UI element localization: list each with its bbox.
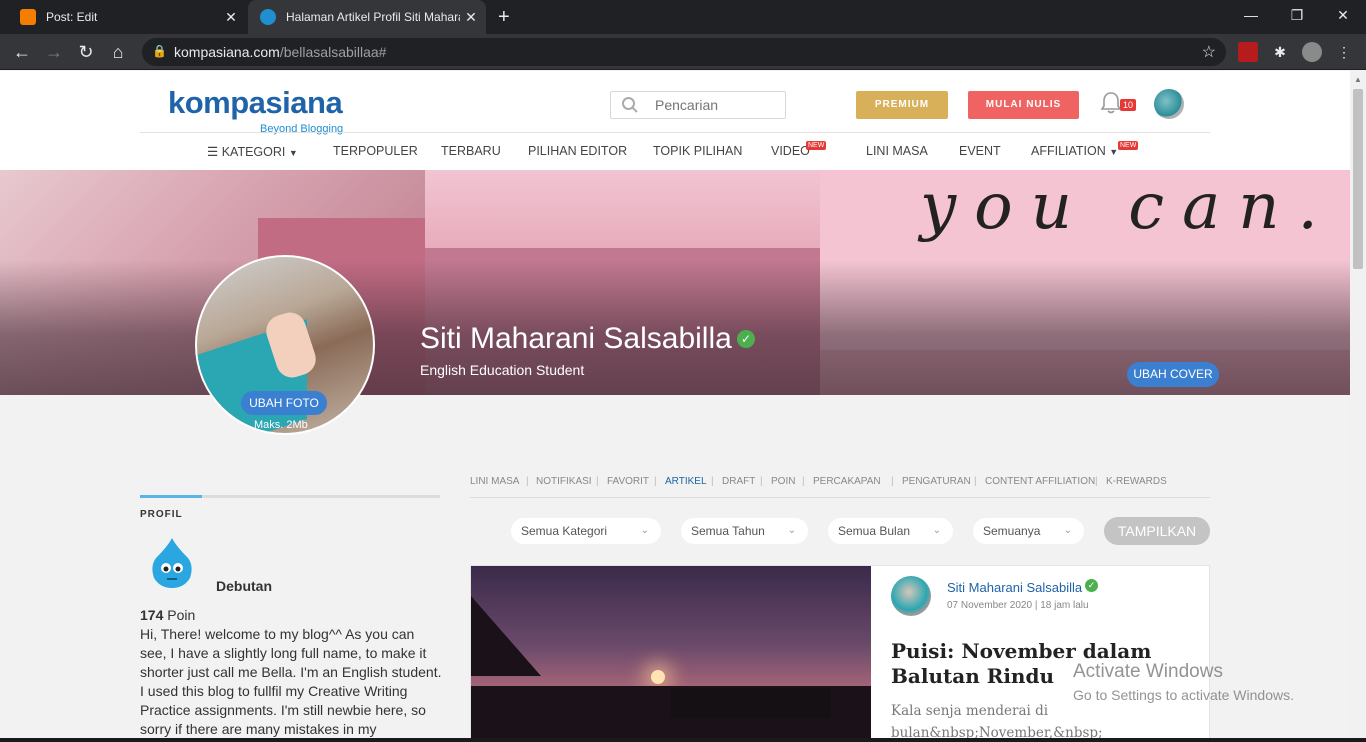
- profile-subnav: LINI MASA | NOTIFIKASI | FAVORIT | ARTIK…: [470, 474, 1210, 498]
- verified-check-icon: ✓: [1085, 579, 1098, 592]
- windows-activation-watermark: Activate Windows Go to Settings to activ…: [1073, 661, 1294, 703]
- subnav-pengaturan[interactable]: PENGATURAN: [902, 476, 971, 487]
- browser-tab-post-edit[interactable]: Post: Edit ✕: [8, 0, 246, 34]
- menu-lini-masa[interactable]: LINI MASA: [866, 144, 928, 158]
- kompasiana-icon: [260, 9, 276, 25]
- new-badge: NEW: [806, 141, 827, 150]
- subnav-favorit[interactable]: FAVORIT: [607, 476, 649, 487]
- search-box[interactable]: [610, 91, 786, 119]
- main-menu: ☰ KATEGORI ▼ TERPOPULER TERBARU PILIHAN …: [0, 133, 1350, 170]
- reload-icon[interactable]: ↻: [74, 40, 98, 64]
- menu-topik-pilihan[interactable]: TOPIK PILIHAN: [653, 144, 742, 158]
- menu-event[interactable]: EVENT: [959, 144, 1001, 158]
- subnav-notifikasi[interactable]: NOTIFIKASI: [536, 476, 592, 487]
- subnav-lini-masa[interactable]: LINI MASA: [470, 476, 519, 487]
- profile-avatar-icon[interactable]: [1302, 42, 1322, 62]
- site-header: kompasiana Beyond Blogging PREMIUM MULAI…: [0, 71, 1350, 170]
- address-bar[interactable]: 🔒 kompasiana.com/bellasalsabillaa# ☆: [142, 38, 1226, 66]
- bookmark-star-icon[interactable]: ☆: [1202, 42, 1216, 62]
- author-avatar[interactable]: [891, 576, 931, 616]
- bell-icon[interactable]: [1100, 91, 1122, 115]
- photo-size-limit: Maks. 2Mb: [254, 419, 308, 431]
- caret-down-icon: ▼: [288, 148, 298, 158]
- subnav-artikel[interactable]: ARTIKEL: [665, 476, 707, 487]
- article-date: 07 November 2020 | 18 jam lalu: [947, 600, 1089, 611]
- rank-label: Debutan: [216, 578, 272, 594]
- chevron-down-icon: ⌄: [787, 525, 796, 536]
- article-card[interactable]: Siti Maharani Salsabilla ✓ 07 November 2…: [470, 565, 1210, 742]
- menu-terpopuler[interactable]: TERPOPULER: [333, 144, 418, 158]
- filter-jenis-select[interactable]: Semuanya ⌄: [973, 518, 1084, 544]
- lock-icon: 🔒: [152, 44, 167, 58]
- profile-about: Hi, There! welcome to my blog^^ As you c…: [140, 626, 442, 737]
- new-tab-icon[interactable]: +: [498, 6, 510, 29]
- browser-tab-profile[interactable]: Halaman Artikel Profil Siti Maharani Sal…: [248, 0, 486, 34]
- new-badge: NEW: [1118, 141, 1139, 150]
- page-viewport: kompasiana Beyond Blogging PREMIUM MULAI…: [0, 71, 1350, 742]
- sidebar-section-title: PROFIL: [140, 509, 183, 520]
- extensions-puzzle-icon[interactable]: ✱: [1270, 42, 1290, 62]
- tab-title: Post: Edit: [46, 10, 98, 24]
- back-icon[interactable]: ←: [10, 40, 34, 64]
- url-text: kompasiana.com/bellasalsabillaa#: [174, 44, 387, 60]
- premium-button[interactable]: PREMIUM: [856, 91, 948, 119]
- cover-script-text: you can.: [920, 170, 1336, 244]
- search-icon: [622, 97, 638, 113]
- forward-icon[interactable]: →: [42, 40, 66, 64]
- article-excerpt: Kala senja menderai di bulan&nbsp;Novemb…: [891, 703, 1103, 741]
- menu-terbaru[interactable]: TERBARU: [441, 144, 501, 158]
- browser-toolbar: ← → ↻ ⌂ 🔒 kompasiana.com/bellasalsabilla…: [0, 34, 1366, 70]
- close-window-icon[interactable]: ✕: [1320, 0, 1366, 30]
- subnav-poin[interactable]: POIN: [771, 476, 795, 487]
- subnav-k-rewards[interactable]: K-REWARDS: [1106, 476, 1167, 487]
- chevron-down-icon: ⌄: [1063, 525, 1072, 536]
- filter-bulan-select[interactable]: Semua Bulan ⌄: [828, 518, 953, 544]
- hamburger-icon: ☰: [207, 145, 219, 159]
- user-avatar[interactable]: [1154, 89, 1184, 119]
- taskbar-edge: [0, 738, 1366, 742]
- caret-down-icon: ▼: [1109, 147, 1119, 157]
- menu-kategori[interactable]: ☰ KATEGORI ▼: [207, 144, 298, 159]
- minimize-icon[interactable]: —: [1228, 0, 1274, 30]
- browser-tabbar: Post: Edit ✕ Halaman Artikel Profil Siti…: [0, 0, 1366, 34]
- more-menu-icon[interactable]: ⋮: [1334, 42, 1354, 62]
- points-count: 174 Poin: [140, 607, 196, 623]
- verified-check-icon: ✓: [737, 330, 755, 348]
- change-cover-button[interactable]: UBAH COVER: [1127, 362, 1219, 387]
- article-author[interactable]: Siti Maharani Salsabilla: [947, 580, 1082, 595]
- restore-icon[interactable]: ❐: [1274, 0, 1320, 30]
- scroll-up-arrow-icon[interactable]: ▲: [1354, 75, 1362, 84]
- menu-pilihan-editor[interactable]: PILIHAN EDITOR: [528, 144, 627, 158]
- close-tab-icon[interactable]: ✕: [460, 9, 482, 26]
- chevron-down-icon: ⌄: [640, 525, 649, 536]
- kompasiana-logo[interactable]: kompasiana Beyond Blogging: [168, 85, 343, 135]
- subnav-percakapan[interactable]: PERCAKAPAN: [813, 476, 881, 487]
- profile-bio: English Education Student: [420, 362, 585, 378]
- close-tab-icon[interactable]: ✕: [220, 9, 242, 26]
- page-scrollbar[interactable]: ▲: [1350, 71, 1366, 742]
- pdf-extension-icon[interactable]: [1238, 42, 1258, 62]
- show-filter-button[interactable]: TAMPILKAN: [1104, 517, 1210, 545]
- subnav-content-affiliation[interactable]: CONTENT AFFILIATION: [985, 476, 1095, 487]
- menu-video[interactable]: VIDEO: [771, 144, 810, 158]
- scrollbar-thumb[interactable]: [1353, 89, 1363, 269]
- rank-mascot-icon: [152, 538, 192, 588]
- blogger-icon: [20, 9, 36, 25]
- chevron-down-icon: ⌄: [932, 525, 941, 536]
- profile-name: Siti Maharani Salsabilla: [420, 322, 732, 355]
- filter-tahun-select[interactable]: Semua Tahun ⌄: [681, 518, 808, 544]
- write-button[interactable]: MULAI NULIS: [968, 91, 1079, 119]
- subnav-draft[interactable]: DRAFT: [722, 476, 755, 487]
- home-icon[interactable]: ⌂: [106, 40, 130, 64]
- search-input[interactable]: [655, 97, 779, 113]
- change-photo-button[interactable]: UBAH FOTO: [241, 391, 327, 415]
- article-thumbnail[interactable]: [471, 566, 871, 742]
- filter-kategori-select[interactable]: Semua Kategori ⌄: [511, 518, 661, 544]
- menu-affiliation[interactable]: AFFILIATION ▼: [1031, 144, 1118, 158]
- tab-title: Halaman Artikel Profil Siti Maharani Sal…: [286, 10, 460, 24]
- sidebar-tab-indicator: [140, 495, 440, 498]
- notification-count-badge: 10: [1120, 99, 1136, 111]
